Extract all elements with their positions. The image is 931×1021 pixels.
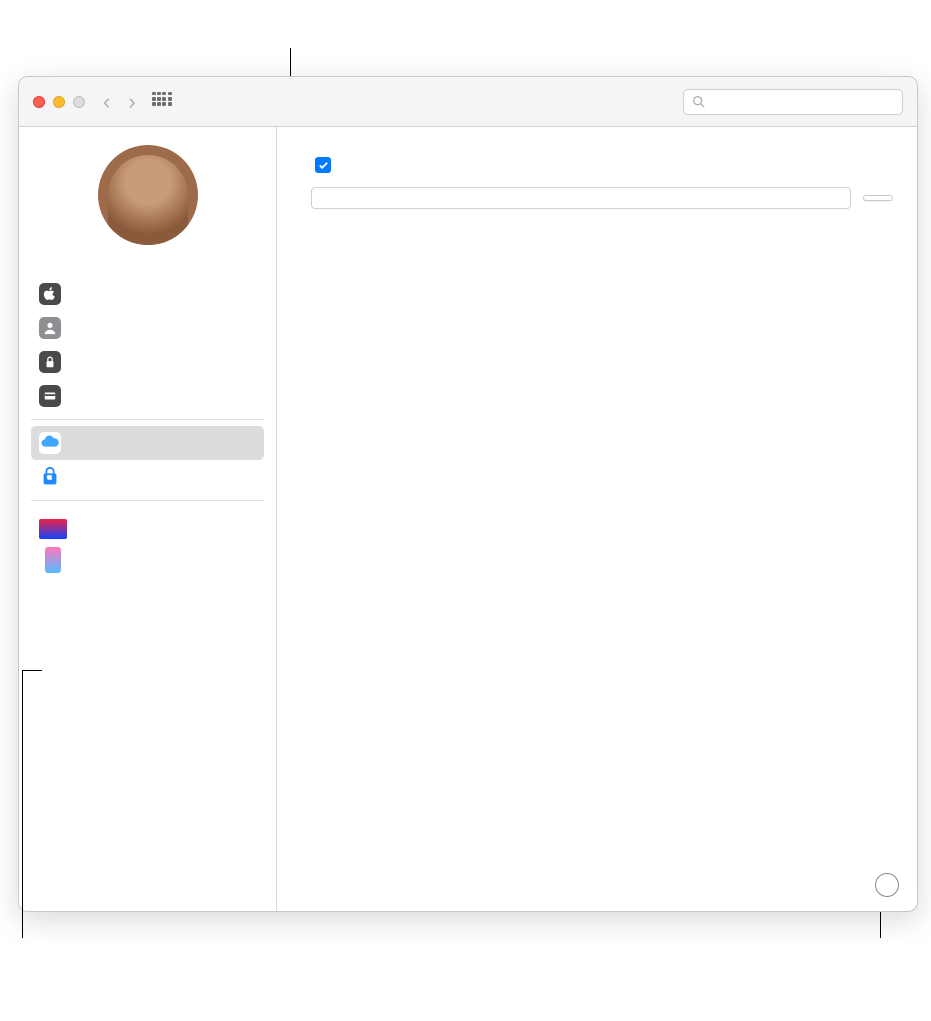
person-icon [39, 317, 61, 339]
sidebar-item-media-purchases[interactable] [31, 460, 264, 494]
card-icon [39, 385, 61, 407]
sidebar-item-name-phone-email[interactable] [31, 311, 264, 345]
preferences-window: ‹ › [18, 76, 918, 912]
manage-storage-button[interactable] [863, 195, 893, 201]
sidebar-item-icloud[interactable] [31, 426, 264, 460]
optimize-section [311, 157, 893, 173]
storage-section [311, 187, 893, 209]
back-button[interactable]: ‹ [103, 89, 110, 115]
callout-line-br [880, 912, 881, 938]
apple-icon [39, 283, 61, 305]
close-button[interactable] [33, 96, 45, 108]
show-all-button[interactable] [152, 92, 172, 112]
window-controls [33, 96, 85, 108]
lock-icon [39, 351, 61, 373]
device-item[interactable] [31, 543, 264, 577]
sidebar-item-payment-shipping[interactable] [31, 379, 264, 413]
help-button[interactable] [875, 873, 899, 897]
storage-bar [311, 187, 851, 209]
iphone-icon [45, 547, 61, 573]
search-icon [692, 95, 705, 108]
minimize-button[interactable] [53, 96, 65, 108]
sidebar-list [31, 277, 264, 507]
zoom-button[interactable] [73, 96, 85, 108]
sidebar-item-password-security[interactable] [31, 345, 264, 379]
macbook-icon [39, 519, 67, 539]
sidebar-separator [31, 419, 264, 420]
optimize-checkbox[interactable] [315, 157, 331, 173]
user-avatar[interactable] [98, 145, 198, 245]
nav-arrows: ‹ › [103, 89, 136, 115]
callout-hline-bl [22, 670, 42, 671]
device-item[interactable] [31, 515, 264, 543]
sidebar-separator [31, 500, 264, 501]
titlebar: ‹ › [19, 77, 917, 127]
cloud-icon [39, 432, 61, 454]
main-panel [277, 127, 917, 911]
callout-line-bl [22, 670, 23, 938]
search-field[interactable] [683, 89, 903, 115]
bag-icon [39, 466, 61, 488]
forward-button[interactable]: › [128, 89, 135, 115]
devices-list [31, 515, 264, 577]
sidebar [19, 127, 277, 911]
sidebar-item-overview[interactable] [31, 277, 264, 311]
